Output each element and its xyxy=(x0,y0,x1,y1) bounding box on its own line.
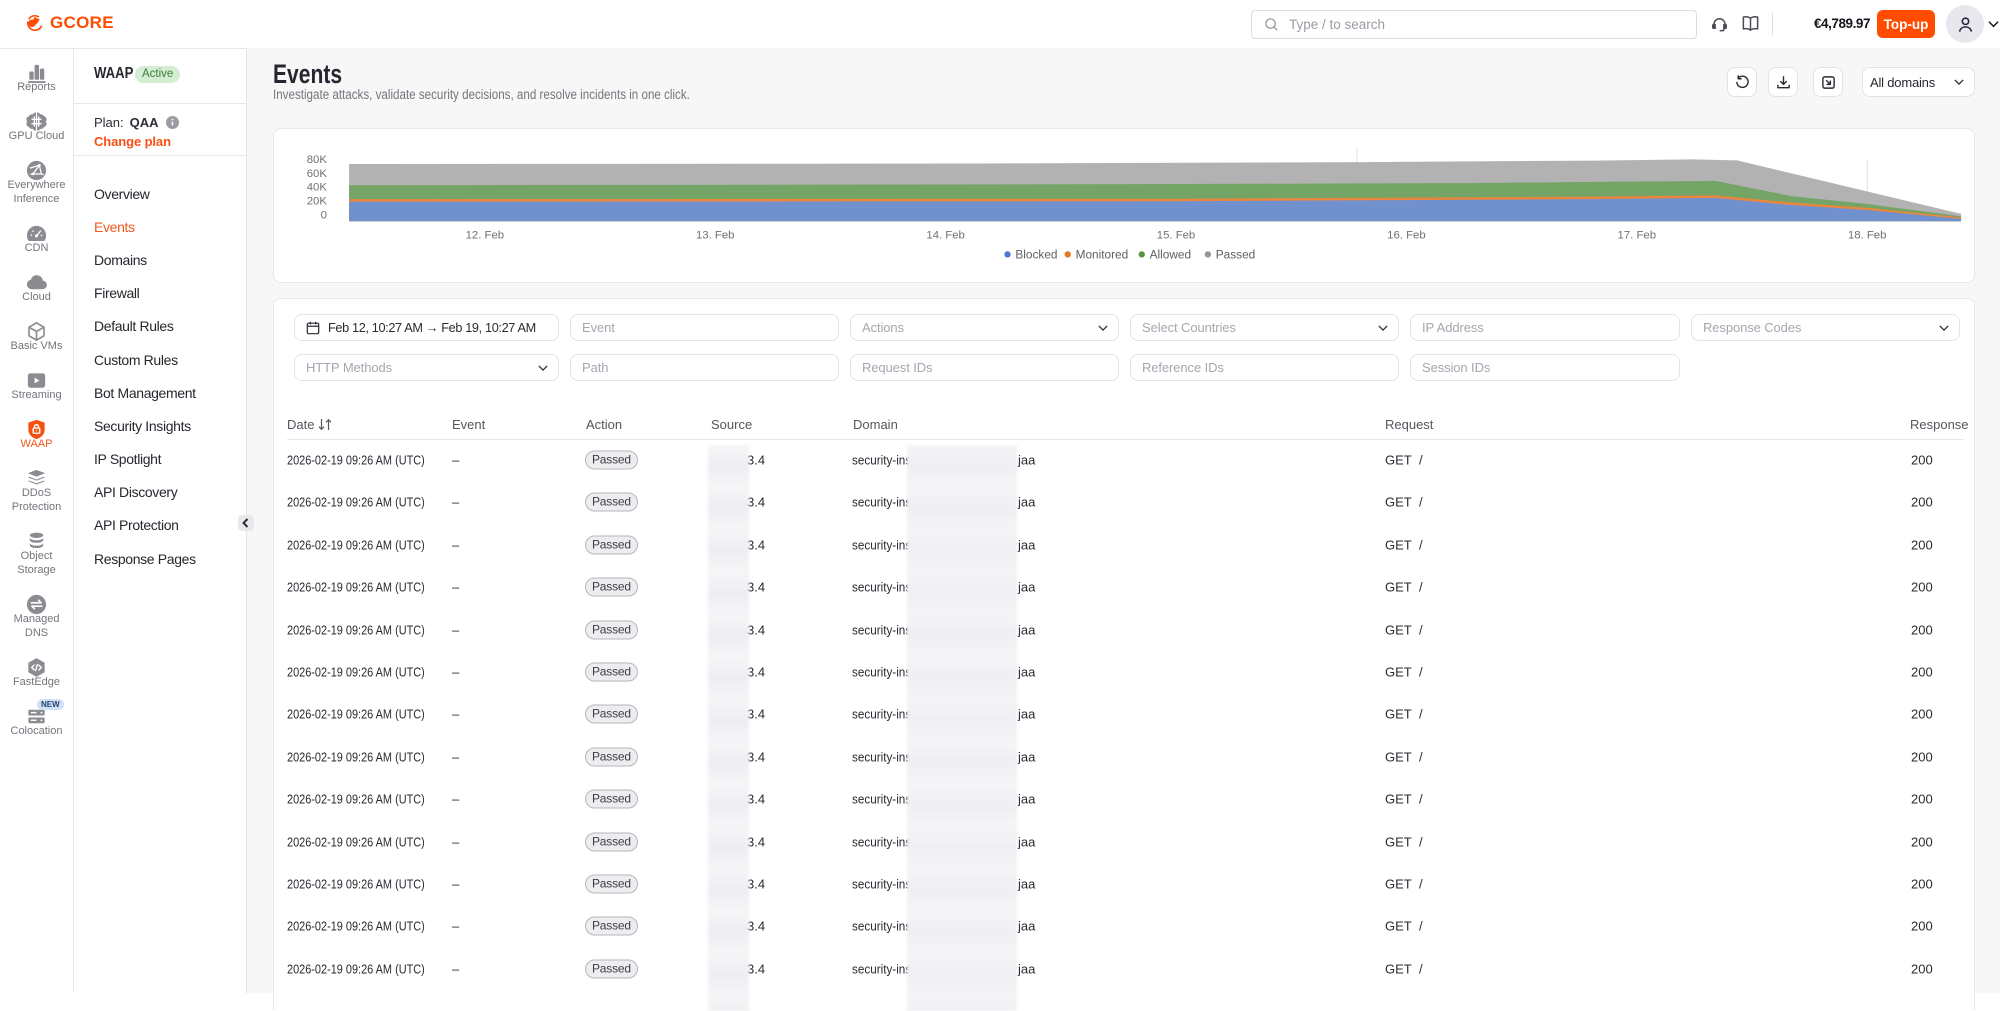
svg-text:40K: 40K xyxy=(307,182,328,194)
svg-text:60K: 60K xyxy=(307,168,328,180)
svg-text:Allowed: Allowed xyxy=(1150,247,1191,261)
svg-text:14. Feb: 14. Feb xyxy=(926,230,964,242)
svg-text:20K: 20K xyxy=(307,196,328,208)
svg-text:17. Feb: 17. Feb xyxy=(1618,230,1656,242)
svg-text:0: 0 xyxy=(321,210,327,222)
svg-text:15. Feb: 15. Feb xyxy=(1157,230,1195,242)
svg-text:13. Feb: 13. Feb xyxy=(696,230,734,242)
svg-text:18. Feb: 18. Feb xyxy=(1848,230,1886,242)
svg-text:Blocked: Blocked xyxy=(1015,247,1057,261)
svg-text:16. Feb: 16. Feb xyxy=(1387,230,1425,242)
svg-text:Passed: Passed xyxy=(1216,247,1255,261)
svg-text:80K: 80K xyxy=(307,154,328,166)
svg-text:12. Feb: 12. Feb xyxy=(466,230,504,242)
svg-text:Monitored: Monitored xyxy=(1076,247,1129,261)
